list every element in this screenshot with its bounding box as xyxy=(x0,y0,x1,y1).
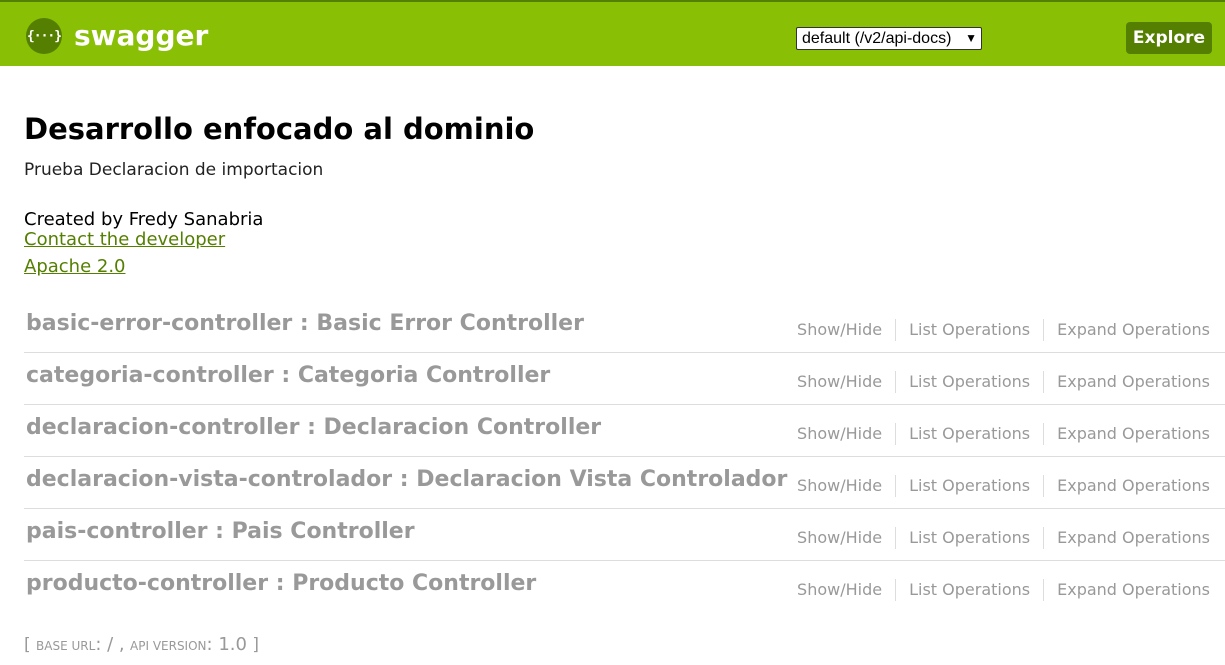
resource-actions: Show/Hide List Operations Expand Operati… xyxy=(784,475,1210,497)
created-by: Created by Fredy Sanabria xyxy=(24,209,264,230)
chevron-down-icon: ▼ xyxy=(965,31,977,45)
list-operations-link[interactable]: List Operations xyxy=(896,527,1045,549)
expand-operations-link[interactable]: Expand Operations xyxy=(1044,475,1210,497)
resource-actions: Show/Hide List Operations Expand Operati… xyxy=(784,527,1210,549)
top-bar: {···} swagger default (/v2/api-docs) ▼ E… xyxy=(0,0,1225,66)
logo-text[interactable]: swagger xyxy=(74,18,208,54)
license-link[interactable]: Apache 2.0 xyxy=(24,256,126,277)
resource-row: declaracion-vista-controlador : Declarac… xyxy=(24,457,1225,509)
swagger-logo-icon[interactable]: {···} xyxy=(26,18,62,54)
explore-button[interactable]: Explore xyxy=(1126,22,1212,54)
api-version-label: api version xyxy=(130,639,207,653)
list-operations-link[interactable]: List Operations xyxy=(896,423,1045,445)
resource-row: declaracion-controller : Declaracion Con… xyxy=(24,405,1225,457)
resource-actions: Show/Hide List Operations Expand Operati… xyxy=(784,319,1210,341)
show-hide-link[interactable]: Show/Hide xyxy=(784,319,897,341)
list-operations-link[interactable]: List Operations xyxy=(896,319,1045,341)
resource-heading[interactable]: producto-controller : Producto Controlle… xyxy=(26,571,536,596)
show-hide-link[interactable]: Show/Hide xyxy=(784,371,897,393)
resource-row: pais-controller : Pais Controller Show/H… xyxy=(24,509,1225,561)
expand-operations-link[interactable]: Expand Operations xyxy=(1044,371,1210,393)
page-title: Desarrollo enfocado al dominio xyxy=(24,112,535,146)
expand-operations-link[interactable]: Expand Operations xyxy=(1044,527,1210,549)
resource-heading[interactable]: declaracion-controller : Declaracion Con… xyxy=(26,415,601,440)
show-hide-link[interactable]: Show/Hide xyxy=(784,527,897,549)
show-hide-link[interactable]: Show/Hide xyxy=(784,475,897,497)
spec-url-select[interactable]: default (/v2/api-docs) ▼ xyxy=(796,27,982,50)
list-operations-link[interactable]: List Operations xyxy=(896,579,1045,601)
api-version-value: : 1.0 xyxy=(206,634,247,655)
resource-actions: Show/Hide List Operations Expand Operati… xyxy=(784,579,1210,601)
footer-close-bracket: ] xyxy=(252,635,259,655)
resource-heading[interactable]: pais-controller : Pais Controller xyxy=(26,519,415,544)
api-description: Prueba Declaracion de importacion xyxy=(24,160,324,180)
resource-actions: Show/Hide List Operations Expand Operati… xyxy=(784,371,1210,393)
base-url-label: base url xyxy=(36,639,96,653)
resource-row: producto-controller : Producto Controlle… xyxy=(24,561,1225,613)
footer-open-bracket: [ xyxy=(24,635,31,655)
list-operations-link[interactable]: List Operations xyxy=(896,475,1045,497)
expand-operations-link[interactable]: Expand Operations xyxy=(1044,579,1210,601)
contact-developer-link[interactable]: Contact the developer xyxy=(24,229,225,250)
expand-operations-link[interactable]: Expand Operations xyxy=(1044,423,1210,445)
resource-row: basic-error-controller : Basic Error Con… xyxy=(24,301,1225,353)
resource-list: basic-error-controller : Basic Error Con… xyxy=(24,301,1225,613)
show-hide-link[interactable]: Show/Hide xyxy=(784,579,897,601)
expand-operations-link[interactable]: Expand Operations xyxy=(1044,319,1210,341)
resource-row: categoria-controller : Categoria Control… xyxy=(24,353,1225,405)
resource-heading[interactable]: categoria-controller : Categoria Control… xyxy=(26,363,550,388)
base-url-footer: [ base url: / , api version: 1.0 ] xyxy=(24,634,259,655)
spec-select-value: default (/v2/api-docs) xyxy=(802,30,952,47)
base-url-value: : / , xyxy=(95,634,125,655)
resource-actions: Show/Hide List Operations Expand Operati… xyxy=(784,423,1210,445)
resource-heading[interactable]: declaracion-vista-controlador : Declarac… xyxy=(26,467,787,492)
resource-heading[interactable]: basic-error-controller : Basic Error Con… xyxy=(26,311,584,336)
show-hide-link[interactable]: Show/Hide xyxy=(784,423,897,445)
list-operations-link[interactable]: List Operations xyxy=(896,371,1045,393)
